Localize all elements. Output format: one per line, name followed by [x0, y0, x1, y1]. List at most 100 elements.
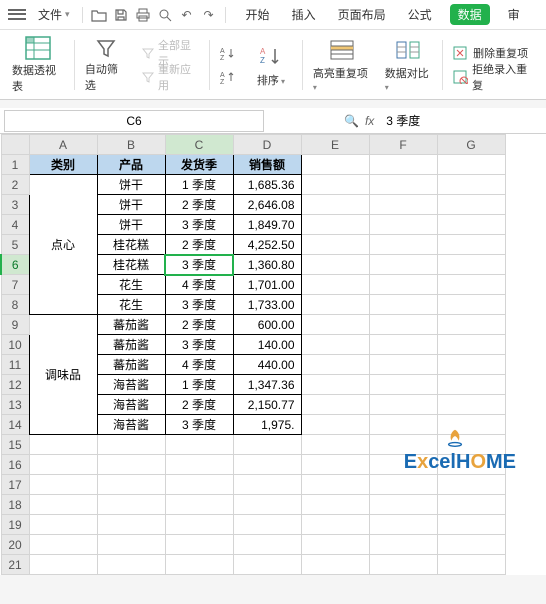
row-header-16[interactable]: 16	[1, 455, 29, 475]
empty-cell[interactable]	[165, 475, 233, 495]
empty-cell[interactable]	[97, 515, 165, 535]
empty-cell[interactable]	[437, 475, 505, 495]
empty-cell[interactable]	[437, 555, 505, 575]
sort-button[interactable]: AZ 排序	[246, 35, 296, 95]
col-header-F[interactable]: F	[369, 135, 437, 155]
sales-cell[interactable]: 2,150.77	[233, 395, 301, 415]
sales-cell[interactable]: 2,646.08	[233, 195, 301, 215]
row-header-19[interactable]: 19	[1, 515, 29, 535]
row-header-3[interactable]: 3	[1, 195, 29, 215]
highlight-dup-button[interactable]: 高亮重复项	[309, 35, 375, 95]
quarter-cell[interactable]: 1 季度	[165, 375, 233, 395]
product-cell[interactable]: 桂花糕	[97, 235, 165, 255]
col-header-B[interactable]: B	[97, 135, 165, 155]
autofilter-button[interactable]: 自动筛选	[81, 35, 131, 95]
row-header-18[interactable]: 18	[1, 495, 29, 515]
empty-cell[interactable]	[301, 435, 369, 455]
select-all-corner[interactable]	[1, 135, 29, 155]
row-header-14[interactable]: 14	[1, 415, 29, 435]
empty-cell[interactable]	[369, 495, 437, 515]
empty-cell[interactable]	[97, 555, 165, 575]
row-header-13[interactable]: 13	[1, 395, 29, 415]
empty-cell[interactable]	[233, 535, 301, 555]
empty-cell[interactable]	[97, 495, 165, 515]
row-header-21[interactable]: 21	[1, 555, 29, 575]
empty-cell[interactable]	[301, 495, 369, 515]
empty-cell[interactable]	[29, 475, 97, 495]
row-header-11[interactable]: 11	[1, 355, 29, 375]
quarter-cell[interactable]: 3 季度	[165, 255, 233, 275]
quarter-cell[interactable]: 3 季度	[165, 415, 233, 435]
product-cell[interactable]: 饼干	[97, 215, 165, 235]
sales-cell[interactable]: 140.00	[233, 335, 301, 355]
empty-cell[interactable]	[301, 475, 369, 495]
sales-cell[interactable]: 1,975.	[233, 415, 301, 435]
empty-cell[interactable]	[29, 435, 97, 455]
formula-input[interactable]	[380, 112, 500, 130]
empty-cell[interactable]	[369, 515, 437, 535]
quarter-cell[interactable]: 2 季度	[165, 195, 233, 215]
product-cell[interactable]: 蕃茄酱	[97, 355, 165, 375]
row-header-4[interactable]: 4	[1, 215, 29, 235]
row-header-20[interactable]: 20	[1, 535, 29, 555]
empty-cell[interactable]	[97, 435, 165, 455]
product-cell[interactable]: 海苔酱	[97, 375, 165, 395]
row-header-10[interactable]: 10	[1, 335, 29, 355]
print-icon[interactable]	[133, 5, 153, 25]
table-header[interactable]: 销售额	[233, 155, 301, 175]
empty-cell[interactable]	[301, 555, 369, 575]
row-header-15[interactable]: 15	[1, 435, 29, 455]
quarter-cell[interactable]: 3 季度	[165, 295, 233, 315]
table-header[interactable]: 类别	[29, 155, 97, 175]
worksheet[interactable]: ABCDEFG1类别产品发货季销售额2点心饼干1 季度1,685.363饼干2 …	[0, 134, 546, 575]
empty-cell[interactable]	[29, 455, 97, 475]
quarter-cell[interactable]: 2 季度	[165, 315, 233, 335]
empty-cell[interactable]	[437, 515, 505, 535]
empty-cell[interactable]	[369, 455, 437, 475]
empty-cell[interactable]	[233, 495, 301, 515]
category-cell[interactable]: 点心	[29, 175, 97, 315]
fx-icon[interactable]: fx	[365, 114, 374, 128]
row-header-12[interactable]: 12	[1, 375, 29, 395]
empty-cell[interactable]	[437, 455, 505, 475]
quarter-cell[interactable]: 1 季度	[165, 175, 233, 195]
pivot-table-button[interactable]: 数据透视表	[8, 35, 68, 95]
col-header-D[interactable]: D	[233, 135, 301, 155]
tab-review[interactable]: 审	[504, 4, 524, 25]
product-cell[interactable]: 蕃茄酱	[97, 335, 165, 355]
quarter-cell[interactable]: 4 季度	[165, 355, 233, 375]
open-icon[interactable]	[89, 5, 109, 25]
sales-cell[interactable]: 600.00	[233, 315, 301, 335]
tab-home[interactable]: 开始	[242, 4, 274, 25]
empty-cell[interactable]	[301, 455, 369, 475]
row-header-9[interactable]: 9	[1, 315, 29, 335]
empty-cell[interactable]	[233, 475, 301, 495]
reject-dup-button[interactable]: 拒绝录入重复	[449, 66, 538, 88]
empty-cell[interactable]	[97, 455, 165, 475]
empty-cell[interactable]	[437, 495, 505, 515]
row-header-17[interactable]: 17	[1, 475, 29, 495]
hamburger-icon[interactable]	[8, 8, 26, 22]
sort-desc-button[interactable]: AZ	[216, 66, 240, 88]
tab-layout[interactable]: 页面布局	[334, 4, 390, 25]
col-header-G[interactable]: G	[437, 135, 505, 155]
row-header-1[interactable]: 1	[1, 155, 29, 175]
product-cell[interactable]: 海苔酱	[97, 395, 165, 415]
product-cell[interactable]: 饼干	[97, 195, 165, 215]
product-cell[interactable]: 花生	[97, 295, 165, 315]
empty-cell[interactable]	[165, 495, 233, 515]
redo-icon[interactable]: ↷	[199, 5, 219, 25]
sales-cell[interactable]: 1,701.00	[233, 275, 301, 295]
empty-cell[interactable]	[437, 535, 505, 555]
tab-data[interactable]: 数据	[450, 4, 490, 25]
empty-cell[interactable]	[165, 455, 233, 475]
empty-cell[interactable]	[301, 515, 369, 535]
product-cell[interactable]: 海苔酱	[97, 415, 165, 435]
empty-cell[interactable]	[165, 435, 233, 455]
tab-formula[interactable]: 公式	[404, 4, 436, 25]
product-cell[interactable]: 花生	[97, 275, 165, 295]
empty-cell[interactable]	[29, 535, 97, 555]
search-fx-icon[interactable]: 🔍	[344, 114, 359, 128]
empty-cell[interactable]	[369, 535, 437, 555]
col-header-A[interactable]: A	[29, 135, 97, 155]
